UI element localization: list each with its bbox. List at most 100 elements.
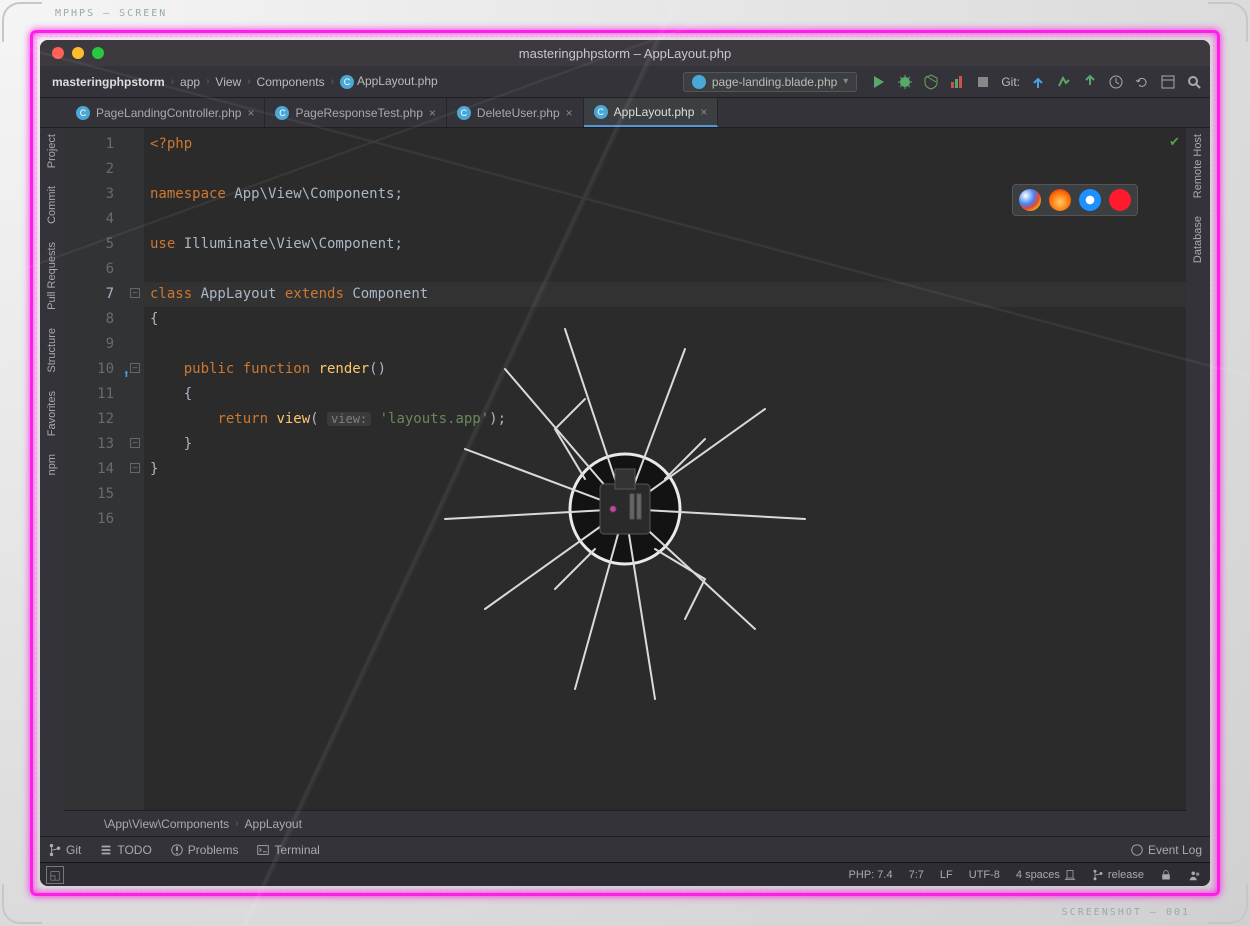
titlebar: masteringphpstorm – AppLayout.php	[40, 40, 1210, 66]
code-line[interactable]: return view( view: 'layouts.app');	[144, 407, 1186, 432]
coverage-icon[interactable]	[923, 74, 939, 90]
php-file-icon	[692, 75, 706, 89]
toolwindow-project[interactable]: Project	[46, 134, 58, 168]
status-indent[interactable]: 4 spaces	[1016, 869, 1076, 881]
traffic-lights	[52, 47, 104, 59]
line-number[interactable]: 10–⬆	[64, 357, 144, 382]
line-gutter[interactable]: 1234567–8910–⬆111213–14–1516	[64, 128, 144, 810]
line-number[interactable]: 15	[64, 482, 144, 507]
toolwindow-npm[interactable]: npm	[46, 454, 58, 475]
toolwindow-structure[interactable]: Structure	[46, 328, 58, 373]
line-number[interactable]: 3	[64, 182, 144, 207]
git-push-icon[interactable]	[1082, 74, 1098, 90]
toolwindow-problems[interactable]: Problems	[170, 843, 239, 857]
debug-icon[interactable]	[897, 74, 913, 90]
git-commit-icon[interactable]	[1056, 74, 1072, 90]
search-icon[interactable]	[1186, 74, 1202, 90]
run-icon[interactable]	[871, 74, 887, 90]
code-line[interactable]: <?php	[144, 132, 1186, 157]
breadcrumb-item[interactable]: View	[211, 73, 245, 91]
line-number[interactable]: 12	[64, 407, 144, 432]
editor-tab[interactable]: CDeleteUser.php×	[447, 98, 584, 127]
stop-icon[interactable]	[975, 74, 991, 90]
line-number[interactable]: 13–	[64, 432, 144, 457]
code-line[interactable]: namespace App\View\Components;	[144, 182, 1186, 207]
code-line[interactable]: use Illuminate\View\Component;	[144, 232, 1186, 257]
run-config-selector[interactable]: page-landing.blade.php ▾	[683, 72, 857, 92]
close-icon[interactable]: ×	[700, 105, 707, 119]
line-number[interactable]: 9	[64, 332, 144, 357]
status-encoding[interactable]: UTF-8	[969, 869, 1000, 881]
line-number[interactable]: 8	[64, 307, 144, 332]
close-icon[interactable]	[52, 47, 64, 59]
breadcrumb-item[interactable]: CAppLayout.php	[336, 72, 442, 91]
right-tool-rail: Remote Host Database	[1186, 128, 1210, 836]
code-line[interactable]	[144, 507, 1186, 532]
code-line[interactable]	[144, 482, 1186, 507]
editor-tab[interactable]: CAppLayout.php×	[584, 98, 719, 127]
left-tool-rail: Project Commit Pull Requests Structure Favor…	[40, 128, 64, 836]
line-number[interactable]: 14–	[64, 457, 144, 482]
minimize-icon[interactable]	[72, 47, 84, 59]
line-number[interactable]: 16	[64, 507, 144, 532]
chevron-right-icon: ›	[235, 818, 238, 829]
toolwindow-todo[interactable]: TODO	[99, 843, 151, 857]
event-log-button[interactable]: Event Log	[1130, 843, 1202, 857]
breadcrumb-item[interactable]: Components	[253, 73, 329, 91]
fold-icon[interactable]: –	[130, 288, 140, 298]
fold-icon[interactable]: –	[130, 363, 140, 373]
status-bar: ◱ PHP: 7.4 7:7 LF UTF-8 4 spaces release	[40, 862, 1210, 886]
editor-bc-item[interactable]: AppLayout	[245, 817, 302, 831]
status-line-ending[interactable]: LF	[940, 869, 953, 881]
editor-bc-item[interactable]: \App\View\Components	[104, 817, 229, 831]
status-caret[interactable]: 7:7	[909, 869, 924, 881]
line-number[interactable]: 2	[64, 157, 144, 182]
code-line[interactable]: public function render()	[144, 357, 1186, 382]
fold-icon[interactable]: –	[130, 438, 140, 448]
code-content[interactable]: <?php namespace App\View\Components; use I…	[144, 128, 1186, 810]
status-lock-icon[interactable]	[1160, 869, 1172, 881]
profiler-icon[interactable]	[949, 74, 965, 90]
zoom-icon[interactable]	[92, 47, 104, 59]
status-php[interactable]: PHP: 7.4	[849, 869, 893, 881]
toolwindow-favorites[interactable]: Favorites	[46, 391, 58, 436]
line-number[interactable]: 4	[64, 207, 144, 232]
breadcrumb-item[interactable]: masteringphpstorm	[48, 73, 169, 91]
fold-icon[interactable]: –	[130, 463, 140, 473]
editor-tab[interactable]: CPageResponseTest.php×	[265, 98, 446, 127]
toolwindow-database[interactable]: Database	[1192, 216, 1204, 263]
code-line[interactable]: }	[144, 432, 1186, 457]
code-line[interactable]	[144, 257, 1186, 282]
code-line[interactable]: }	[144, 457, 1186, 482]
toolwindow-git[interactable]: Git	[48, 843, 81, 857]
toolwindow-commit[interactable]: Commit	[46, 186, 58, 224]
revert-icon[interactable]	[1134, 74, 1150, 90]
breadcrumb-item[interactable]: app	[176, 73, 204, 91]
code-line[interactable]	[144, 157, 1186, 182]
line-number[interactable]: 6	[64, 257, 144, 282]
close-icon[interactable]: ×	[247, 106, 254, 120]
outer-frame: MPHPS – SCREEN SCREENSHOT – 001 masterin…	[0, 0, 1250, 926]
line-number[interactable]: 5	[64, 232, 144, 257]
toolwindow-terminal[interactable]: Terminal	[256, 843, 319, 857]
close-icon[interactable]: ×	[566, 106, 573, 120]
code-line[interactable]: {	[144, 382, 1186, 407]
status-people-icon[interactable]	[1188, 868, 1202, 882]
toolwindow-remote-host[interactable]: Remote Host	[1192, 134, 1204, 198]
close-icon[interactable]: ×	[429, 106, 436, 120]
line-number[interactable]: 7–	[64, 282, 144, 307]
code-line[interactable]	[144, 332, 1186, 357]
line-number[interactable]: 1	[64, 132, 144, 157]
editor-tab[interactable]: CPageLandingController.php×	[66, 98, 265, 127]
code-area[interactable]: ✔ 1234567–8910–⬆111213–14–1516 <?phpname…	[64, 128, 1186, 810]
history-icon[interactable]	[1108, 74, 1124, 90]
code-line[interactable]: {	[144, 307, 1186, 332]
code-line[interactable]	[144, 207, 1186, 232]
code-line[interactable]: class AppLayout extends Component	[144, 282, 1186, 307]
settings-expand-icon[interactable]	[1160, 74, 1176, 90]
status-git-branch[interactable]: release	[1092, 869, 1144, 881]
toolwindow-pull-requests[interactable]: Pull Requests	[46, 242, 58, 310]
line-number[interactable]: 11	[64, 382, 144, 407]
toolwindow-toggle-icon[interactable]: ◱	[46, 866, 64, 884]
git-pull-icon[interactable]	[1030, 74, 1046, 90]
